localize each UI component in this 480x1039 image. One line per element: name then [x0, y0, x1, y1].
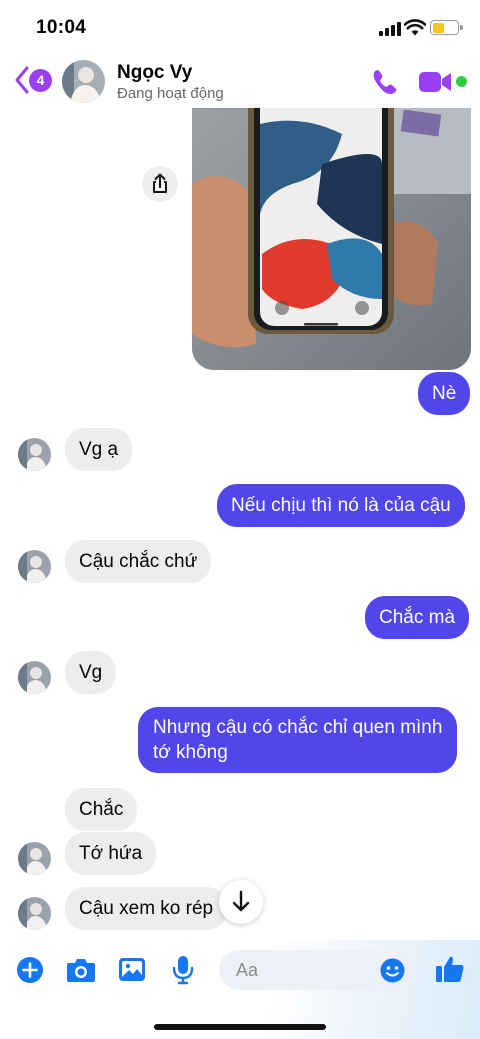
message-line: Nhưng cậu có chắc chỉ quen mình — [153, 717, 443, 738]
contact-avatar[interactable] — [18, 661, 51, 694]
message-composer: Aa — [0, 940, 480, 1039]
contact-avatar[interactable] — [18, 438, 51, 471]
camera-icon[interactable] — [66, 957, 96, 983]
message-bubble-outgoing[interactable]: Nếu chịu thì nó là của cậu — [217, 484, 465, 527]
microphone-icon[interactable] — [172, 955, 194, 985]
message-bubble-incoming[interactable]: Vg ạ — [65, 428, 133, 471]
contact-avatar[interactable] — [18, 842, 51, 875]
message-bubble-outgoing[interactable]: Nè — [418, 372, 471, 415]
message-bubble-outgoing[interactable]: Chắc mà — [365, 596, 470, 639]
arrow-down-icon — [232, 890, 250, 912]
unread-count-badge: 4 — [29, 69, 52, 92]
phone-photo-image — [192, 104, 471, 370]
online-status-indicator — [456, 76, 467, 87]
chevron-left-icon — [15, 66, 29, 94]
message-bubble-incoming[interactable]: Cậu chắc chứ — [65, 540, 212, 583]
chat-header: 4 Ngọc Vy Đang hoạt động — [0, 56, 480, 108]
thumbs-up-icon[interactable] — [435, 954, 465, 984]
contact-avatar[interactable] — [18, 897, 51, 930]
contact-avatar[interactable] — [18, 550, 51, 583]
message-bubble-incoming[interactable]: Vg — [65, 651, 117, 694]
chat-area: Nè Vg ạ Nếu chịu thì nó là của cậu Cậu c… — [0, 0, 480, 1039]
message-input[interactable]: Aa — [219, 950, 413, 990]
shared-photo[interactable] — [192, 104, 471, 370]
share-button[interactable] — [142, 166, 178, 202]
emoji-icon[interactable] — [380, 958, 405, 983]
back-button[interactable]: 4 — [12, 64, 56, 96]
gallery-icon[interactable] — [118, 957, 146, 982]
scroll-to-bottom-button[interactable] — [219, 880, 263, 924]
plus-circle-icon[interactable] — [16, 956, 44, 984]
home-indicator — [154, 1024, 326, 1030]
message-input-placeholder: Aa — [236, 960, 259, 980]
share-icon — [153, 173, 167, 193]
message-bubble-outgoing[interactable]: Nhưng cậu có chắc chỉ quen mình tớ không — [138, 707, 458, 773]
message-bubble-incoming[interactable]: Cậu xem ko rép — [65, 887, 228, 930]
message-bubble-incoming[interactable]: Chắc — [65, 788, 138, 831]
video-camera-icon[interactable] — [418, 69, 454, 95]
contact-avatar[interactable] — [62, 60, 105, 103]
contact-name[interactable]: Ngọc Vy — [117, 62, 192, 84]
message-line: tớ không — [153, 742, 228, 763]
phone-icon[interactable] — [370, 67, 400, 97]
contact-status: Đang hoạt động — [117, 85, 224, 102]
message-bubble-incoming[interactable]: Tớ hứa — [65, 832, 157, 875]
